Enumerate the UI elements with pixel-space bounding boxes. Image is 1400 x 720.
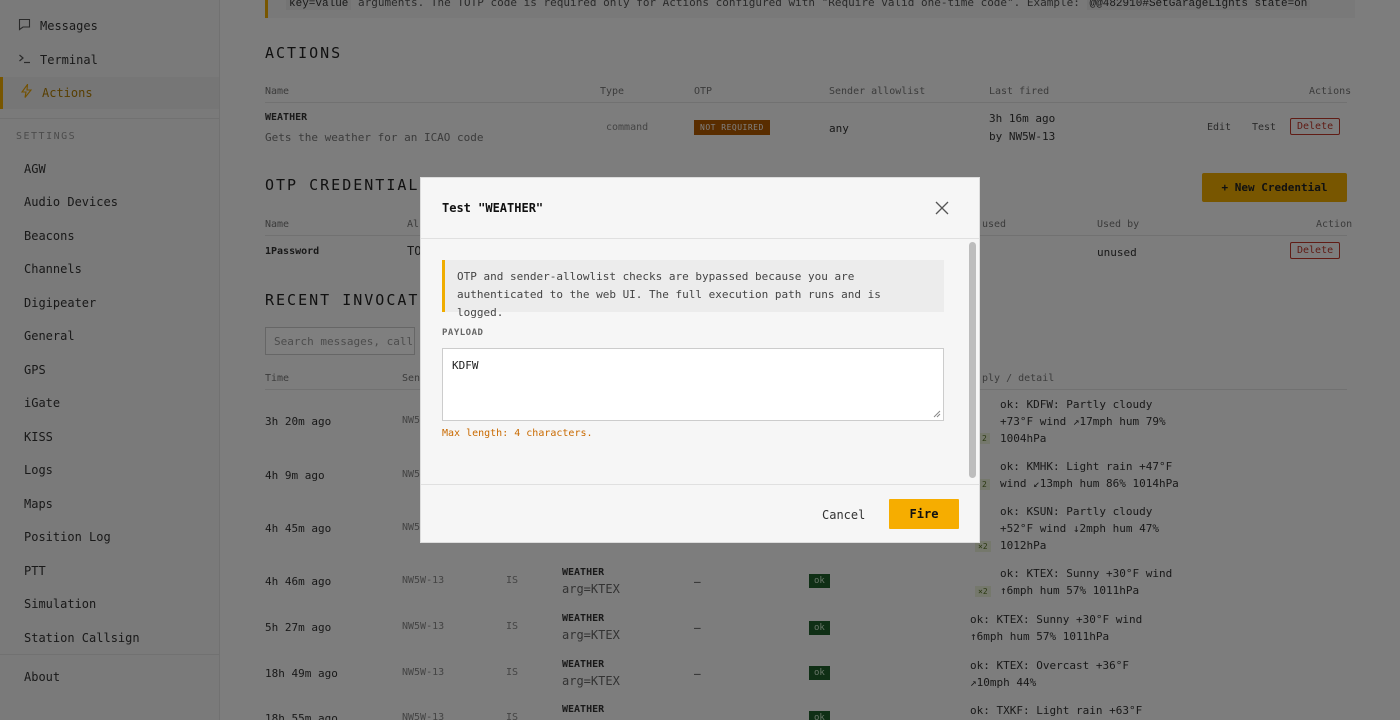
fire-button[interactable]: Fire	[889, 499, 959, 529]
test-action-dialog: Test "WEATHER" OTP and sender-allowlist …	[420, 177, 980, 543]
close-button[interactable]	[931, 197, 953, 219]
close-icon	[935, 201, 949, 215]
payload-label: PAYLOAD	[442, 328, 484, 338]
dialog-header: Test "WEATHER"	[421, 178, 979, 239]
bypass-info-box: OTP and sender-allowlist checks are bypa…	[442, 260, 944, 319]
dialog-scrollbar[interactable]	[969, 242, 976, 478]
payload-textarea[interactable]	[442, 348, 944, 421]
cancel-button[interactable]: Cancel	[822, 508, 865, 522]
resize-handle-icon[interactable]	[933, 410, 941, 418]
dialog-title: Test "WEATHER"	[442, 201, 544, 215]
dialog-footer: Cancel Fire	[421, 484, 979, 542]
payload-hint: Max length: 4 characters.	[442, 428, 593, 439]
